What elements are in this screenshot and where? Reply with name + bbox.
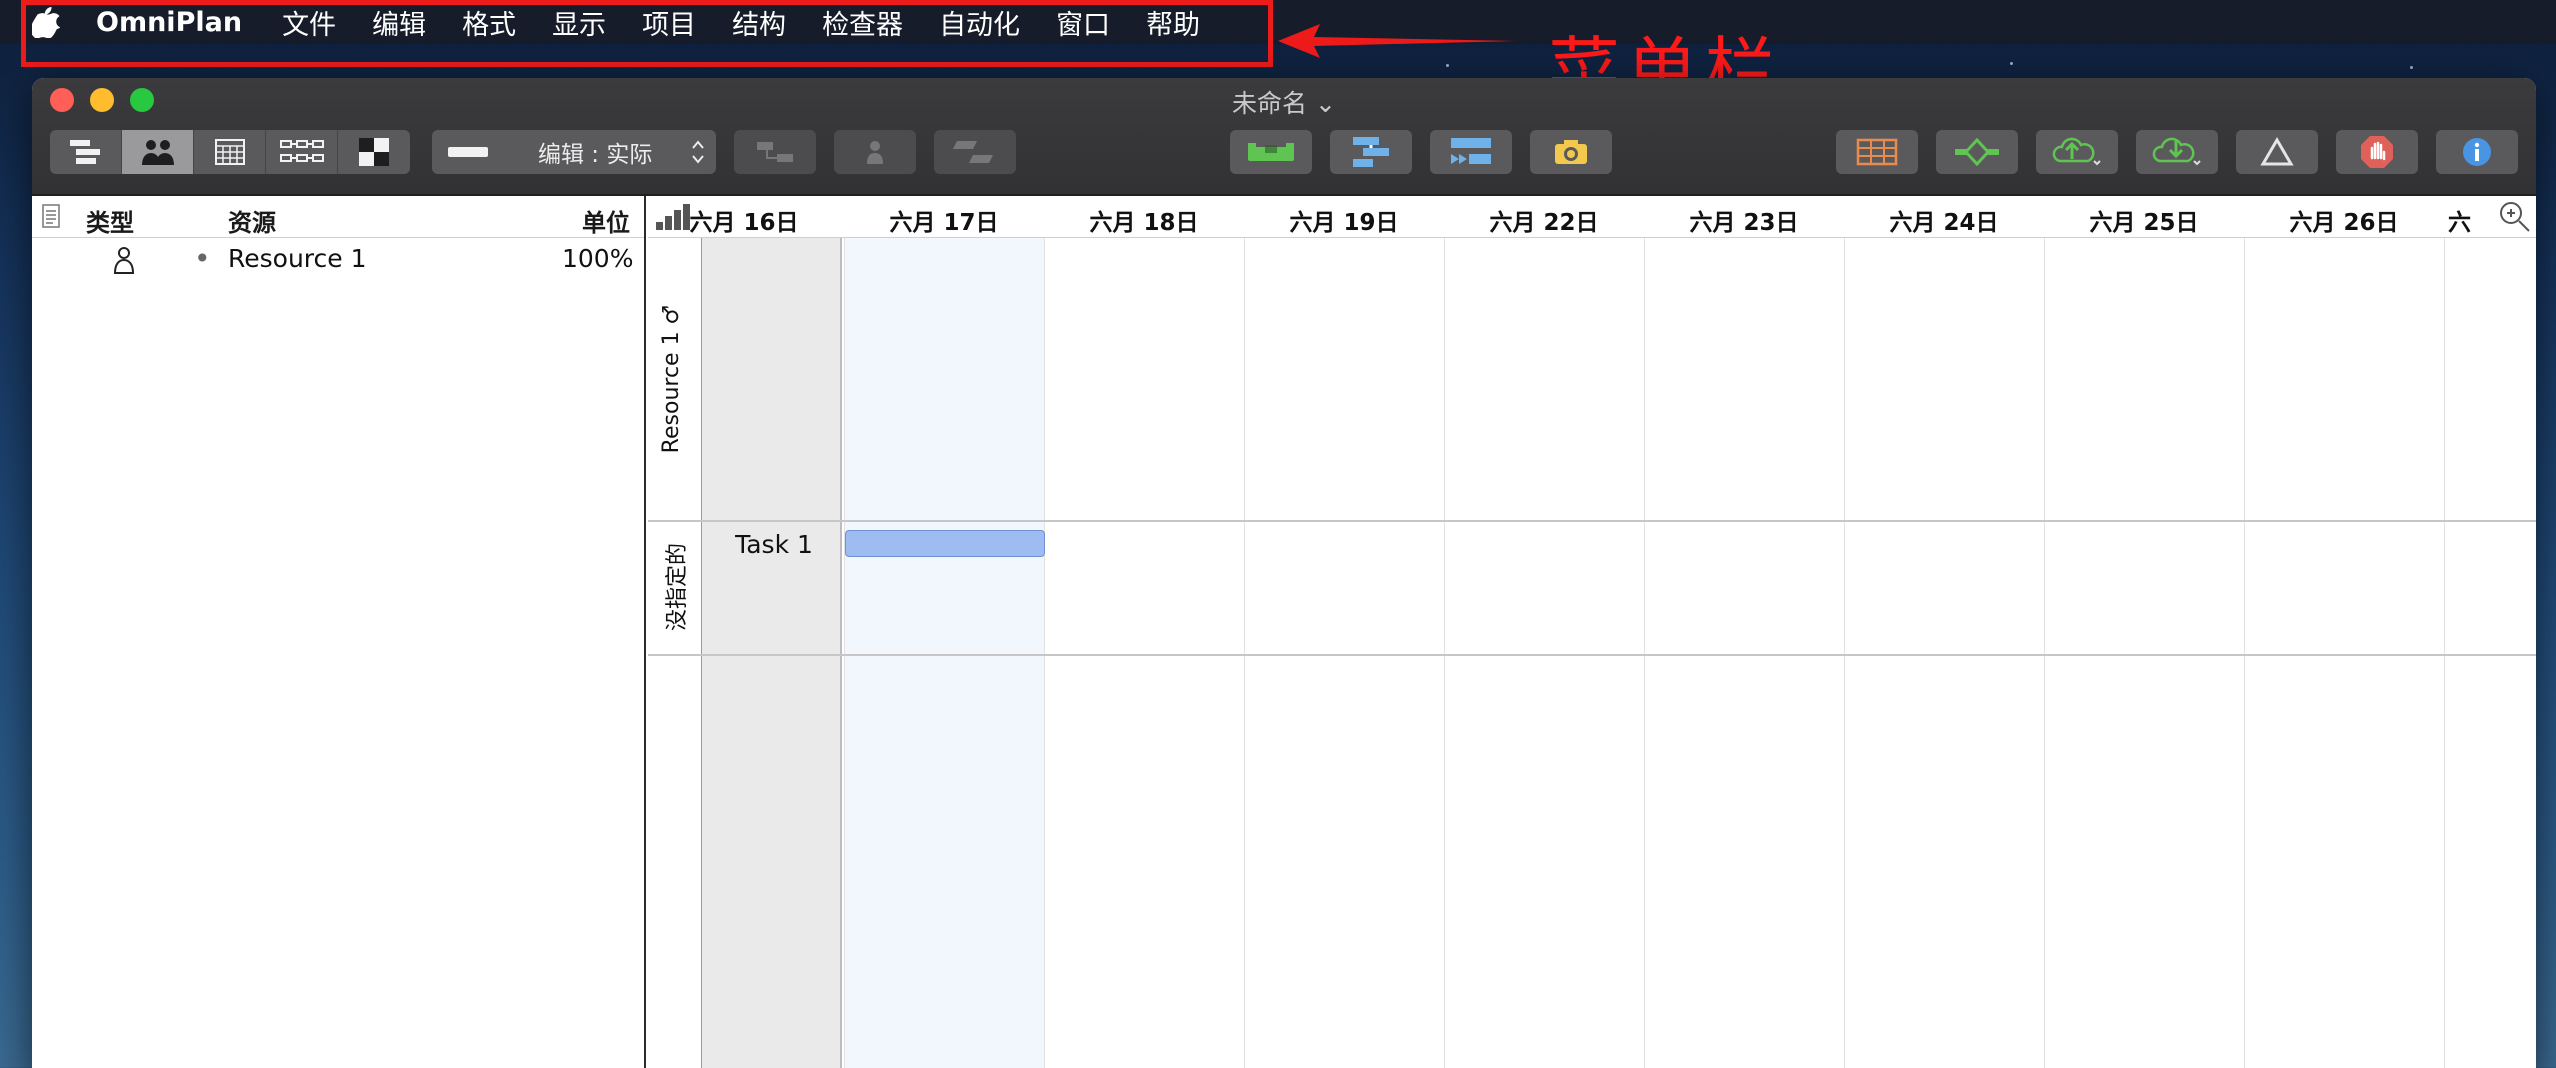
stop-hand-icon[interactable] — [2336, 130, 2418, 174]
grid-line — [1044, 196, 1045, 1068]
desktop-star — [2010, 62, 2013, 65]
today-column-highlight — [844, 238, 1044, 1068]
table-row[interactable]: • Resource 1 100% — [32, 238, 644, 280]
omniplan-window: 未命名 ⌄ 编辑 : 实际 类型 资源 单位 • Resource 1 100%… — [32, 78, 2536, 1068]
date-header: 六月 16日 — [689, 210, 799, 236]
publish-cloud-button[interactable] — [2036, 130, 2118, 174]
snapshot-camera-icon[interactable] — [1530, 130, 1612, 174]
grid-line — [2444, 196, 2445, 1068]
date-header: 六月 25日 — [2089, 210, 2199, 236]
timeline-header: 六月 16日 六月 17日 六月 18日 六月 19日 六月 22日 六月 23… — [648, 196, 2536, 238]
group-label-resource[interactable]: Resource 1 ♂ — [659, 239, 689, 519]
apple-icon[interactable] — [26, 0, 66, 44]
date-header: 六月 19日 — [1289, 210, 1399, 236]
menu-help[interactable]: 帮助 — [1146, 3, 1200, 42]
styles-icon[interactable] — [338, 130, 410, 174]
resource-name[interactable]: Resource 1 — [228, 244, 367, 273]
resource-outline[interactable]: 类型 资源 单位 • Resource 1 100% — [32, 196, 646, 1068]
menu-file[interactable]: 文件 — [282, 3, 336, 42]
grid-line — [1844, 196, 1845, 1068]
table-view-button[interactable] — [1836, 130, 1918, 174]
view-mode-segmented-control[interactable] — [50, 130, 410, 174]
date-header: 六月 17日 — [889, 210, 999, 236]
resource-gantt-chart[interactable]: 六月 16日 六月 17日 六月 18日 六月 19日 六月 22日 六月 23… — [648, 196, 2536, 1068]
chevron-updown-icon — [692, 140, 704, 164]
inspector-info-icon[interactable] — [2436, 130, 2518, 174]
column-header-type[interactable]: 类型 — [86, 203, 134, 238]
task-name[interactable]: Task 1 — [710, 530, 838, 559]
group-separator — [648, 520, 2536, 522]
network-icon[interactable] — [266, 130, 338, 174]
menu-structure[interactable]: 结构 — [732, 3, 786, 42]
update-cloud-button[interactable] — [2136, 130, 2218, 174]
milestone-button[interactable] — [1936, 130, 2018, 174]
group-label-unassigned[interactable]: 没指定的 — [659, 517, 690, 657]
grid-line — [1244, 196, 1245, 1068]
desktop-star — [2410, 66, 2413, 69]
window-title[interactable]: 未命名 ⌄ — [32, 84, 2536, 120]
column-header-resource[interactable]: 资源 — [228, 203, 276, 238]
task-outline-icon[interactable] — [50, 130, 122, 174]
resource-units[interactable]: 100% — [562, 244, 633, 273]
date-header: 六月 24日 — [1889, 210, 1999, 236]
edit-mode-popup[interactable]: 编辑 : 实际 — [432, 130, 716, 174]
grid-line — [1444, 196, 1445, 1068]
task-bar[interactable] — [845, 530, 1045, 557]
group-separator — [648, 654, 2536, 656]
person-icon — [113, 247, 135, 274]
menu-app-name[interactable]: OmniPlan — [96, 7, 242, 38]
catch-up-button[interactable] — [1430, 130, 1512, 174]
task-name-lane — [702, 238, 842, 1068]
annotation-arrow-icon — [1278, 24, 1516, 58]
connect-tasks-button[interactable] — [734, 130, 816, 174]
resource-table-header: 类型 资源 单位 — [32, 196, 644, 238]
edit-mode-value: 编辑 : 实际 — [538, 142, 653, 168]
calendar-icon[interactable] — [194, 130, 266, 174]
assign-resource-button[interactable] — [834, 130, 916, 174]
menu-automation[interactable]: 自动化 — [939, 3, 1020, 42]
grid-line — [2244, 196, 2245, 1068]
level-resources-button[interactable] — [1230, 130, 1312, 174]
row-bullet-icon: • — [194, 242, 211, 275]
date-header: 六月 18日 — [1089, 210, 1199, 236]
menu-window[interactable]: 窗口 — [1056, 3, 1110, 42]
date-header: 六 — [2448, 210, 2471, 236]
grid-line — [1644, 196, 1645, 1068]
date-header: 六月 26日 — [2289, 210, 2399, 236]
window-toolbar: 未命名 ⌄ 编辑 : 实际 — [32, 78, 2536, 196]
menu-format[interactable]: 格式 — [462, 3, 516, 42]
zoom-in-icon[interactable] — [2494, 196, 2536, 237]
grid-line — [844, 196, 845, 1068]
menu-inspectors[interactable]: 检查器 — [822, 3, 903, 42]
date-header: 六月 22日 — [1489, 210, 1599, 236]
menu-edit[interactable]: 编辑 — [372, 3, 426, 42]
menu-view[interactable]: 显示 — [552, 3, 606, 42]
notes-column-icon[interactable] — [42, 204, 60, 228]
column-header-units[interactable]: 单位 — [582, 203, 630, 238]
menu-project[interactable]: 项目 — [642, 3, 696, 42]
add-task-button[interactable] — [1330, 130, 1412, 174]
resources-icon[interactable] — [122, 130, 194, 174]
grid-line — [2044, 196, 2045, 1068]
add-dependency-button[interactable] — [934, 130, 1016, 174]
violations-triangle-icon[interactable] — [2236, 130, 2318, 174]
baseline-swatch-icon — [448, 147, 488, 157]
date-header: 六月 23日 — [1689, 210, 1799, 236]
